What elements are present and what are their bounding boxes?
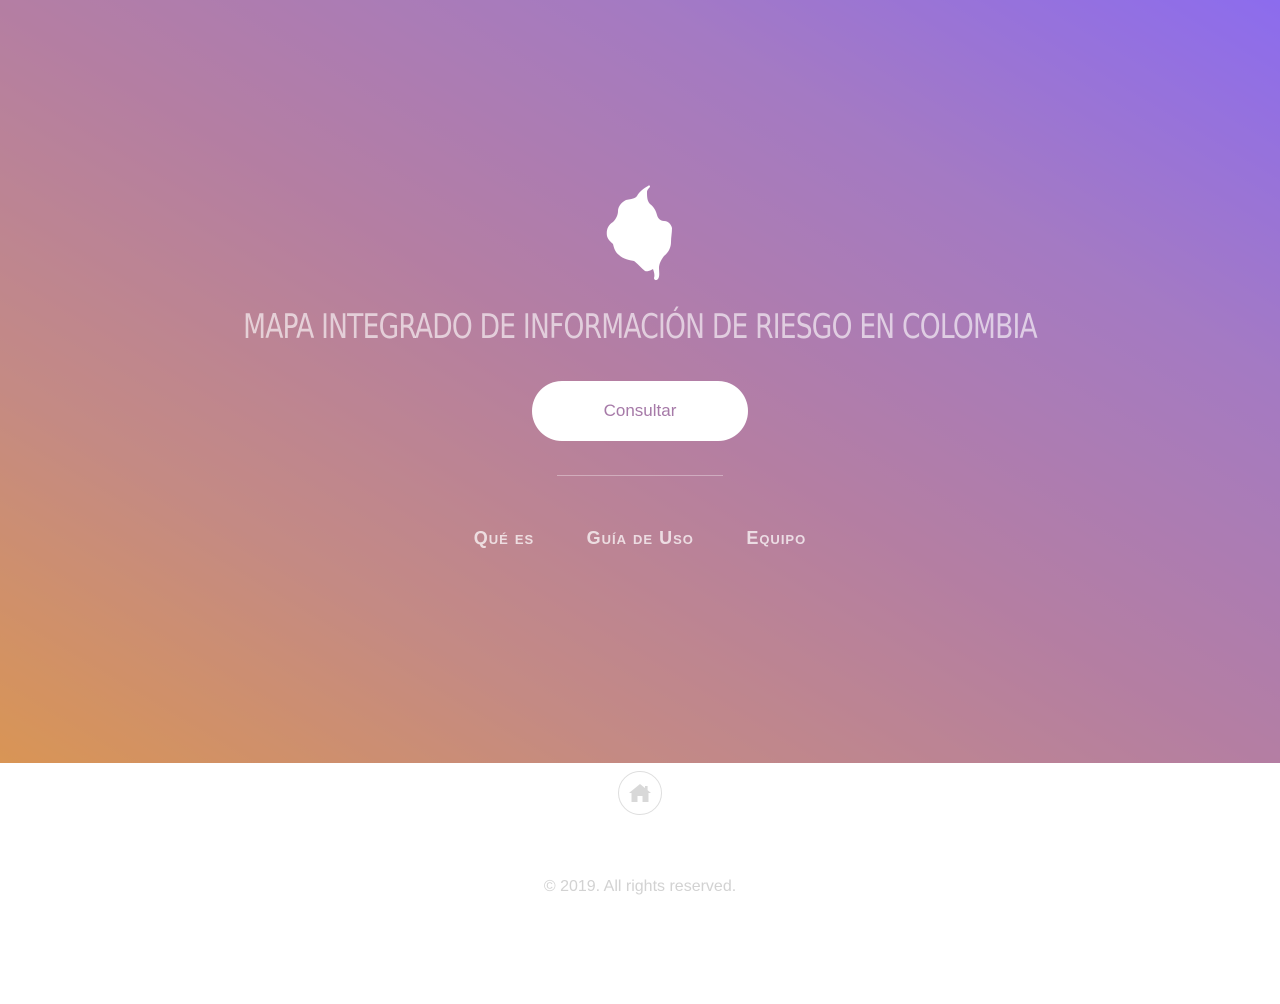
home-icon	[629, 784, 651, 802]
consultar-button[interactable]: Consultar	[532, 381, 748, 441]
home-button[interactable]	[618, 771, 662, 815]
copyright-text: © 2019. All rights reserved.	[543, 878, 737, 895]
nav-item-que-es[interactable]: Qué es	[474, 524, 534, 552]
nav-item-guia-de-uso[interactable]: Guía de Uso	[587, 524, 694, 552]
colombia-map-icon	[601, 184, 679, 282]
nav-item-equipo[interactable]: Equipo	[746, 524, 806, 552]
hero-section: MAPA INTEGRADO DE INFORMACIÓN DE RIESGO …	[0, 0, 1280, 763]
main-nav: Qué es Guía de Uso Equipo	[0, 524, 1280, 552]
divider	[557, 475, 723, 476]
page-title: MAPA INTEGRADO DE INFORMACIÓN DE RIESGO …	[243, 307, 1038, 347]
